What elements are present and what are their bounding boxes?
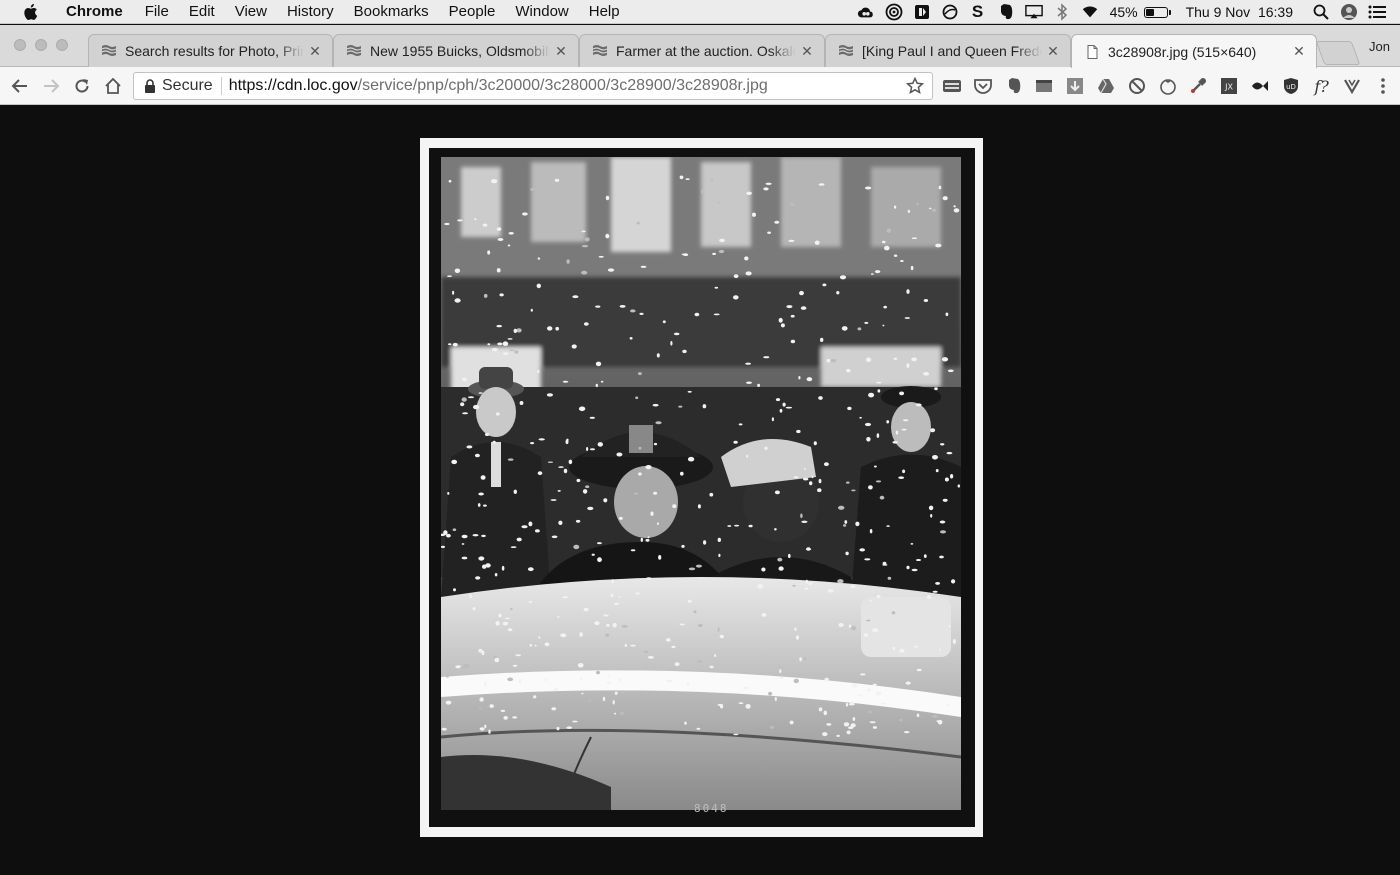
- bluetooth-icon[interactable]: [1053, 3, 1071, 21]
- image-viewport: 8048: [0, 106, 1400, 875]
- ublock-icon[interactable]: uD: [1280, 75, 1302, 97]
- parade-photograph: [441, 157, 961, 810]
- menu-people[interactable]: People: [439, 0, 506, 24]
- font-icon[interactable]: f?: [1311, 75, 1333, 97]
- url-host: https://cdn.loc.gov: [228, 77, 358, 94]
- menu-window[interactable]: Window: [505, 0, 578, 24]
- photo-image[interactable]: 8048: [420, 138, 983, 837]
- eyedropper-icon[interactable]: [1187, 75, 1209, 97]
- status-area: S 45% Thu 9 Nov 16:39: [852, 0, 1400, 24]
- window-minimize-button[interactable]: [35, 39, 47, 51]
- menu-help[interactable]: Help: [579, 0, 630, 24]
- secure-label: Secure: [162, 77, 213, 94]
- block-icon[interactable]: [1126, 75, 1148, 97]
- close-icon[interactable]: ✕: [1292, 43, 1306, 60]
- tab-title: Search results for Photo, Print, Drawing: [125, 43, 304, 59]
- battery-icon[interactable]: [1143, 6, 1171, 18]
- tab-title: New 1955 Buicks, Oldsmobiles: [370, 43, 550, 59]
- menu-history[interactable]: History: [277, 0, 344, 24]
- spotlight-icon[interactable]: [1312, 3, 1330, 21]
- close-icon[interactable]: ✕: [554, 43, 568, 60]
- loc-flag-icon: [101, 45, 117, 56]
- creative-cloud-icon[interactable]: [857, 3, 875, 21]
- photo-catalog-number: 8048: [694, 802, 729, 815]
- tab-search-results[interactable]: Search results for Photo, Print, Drawing…: [88, 34, 333, 67]
- battery-fill: [1145, 8, 1155, 16]
- bookmark-star-icon[interactable]: [906, 77, 924, 95]
- battery-percent: 45%: [1109, 4, 1138, 20]
- tab-title: [King Paul I and Queen Frederica: [862, 43, 1042, 59]
- tab-title: 3c28908r.jpg (515×640): [1108, 43, 1257, 60]
- keyboard-icon[interactable]: [941, 75, 963, 97]
- tab-king-paul[interactable]: [King Paul I and Queen Frederica ✕: [825, 34, 1071, 67]
- cast-icon[interactable]: [1024, 3, 1043, 21]
- jx-icon[interactable]: JX: [1218, 75, 1240, 97]
- loc-flag-icon: [346, 45, 362, 56]
- reload-button[interactable]: [71, 75, 93, 97]
- close-icon[interactable]: ✕: [800, 43, 814, 60]
- url-path: /service/pnp/cph/3c20000/3c28000/3c28900…: [357, 77, 768, 94]
- font-ext-label: f?: [1314, 76, 1329, 96]
- omnibox-divider: [220, 77, 222, 95]
- evernote-icon[interactable]: [1003, 75, 1025, 97]
- menu-view[interactable]: View: [225, 0, 277, 24]
- lock-icon: [145, 79, 155, 93]
- tab-strip: Search results for Photo, Print, Drawing…: [0, 25, 1400, 68]
- window-close-button[interactable]: [14, 39, 26, 51]
- circle-icon[interactable]: [941, 3, 959, 21]
- tab-buicks[interactable]: New 1955 Buicks, Oldsmobiles ✕: [333, 34, 579, 67]
- menu-list-icon[interactable]: [1368, 3, 1386, 21]
- close-icon[interactable]: ✕: [308, 43, 322, 60]
- extensions-bar: JX uD f?: [941, 75, 1400, 97]
- address-bar[interactable]: Secure https://cdn.loc.gov/service/pnp/c…: [133, 72, 933, 100]
- svg-text:JX: JX: [1224, 83, 1233, 92]
- apple-logo-icon[interactable]: [22, 3, 38, 21]
- dark-box-icon[interactable]: [913, 3, 931, 21]
- close-icon[interactable]: ✕: [1046, 43, 1060, 60]
- menu-icon[interactable]: [1372, 75, 1394, 97]
- sync-icon[interactable]: [885, 3, 903, 21]
- pocket-icon[interactable]: [972, 75, 994, 97]
- fish-icon[interactable]: [1249, 75, 1271, 97]
- menu-bookmarks[interactable]: Bookmarks: [344, 0, 439, 24]
- tab-active-image[interactable]: 3c28908r.jpg (515×640) ✕: [1071, 34, 1317, 68]
- wifi-icon[interactable]: [1081, 3, 1099, 21]
- tab-title: Farmer at the auction. Oskaloosa: [616, 43, 796, 59]
- svg-text:uD: uD: [1286, 83, 1296, 91]
- browser-toolbar: Secure https://cdn.loc.gov/service/pnp/c…: [0, 67, 1400, 105]
- evernote-status-icon[interactable]: [997, 3, 1015, 21]
- loc-flag-icon: [838, 45, 854, 56]
- tab-farmer[interactable]: Farmer at the auction. Oskaloosa ✕: [579, 34, 825, 67]
- forward-button[interactable]: [40, 75, 62, 97]
- new-tab-button[interactable]: [1315, 41, 1361, 65]
- loc-flag-icon: [592, 45, 608, 56]
- document-icon: [1087, 44, 1098, 59]
- back-button[interactable]: [9, 75, 31, 97]
- vimium-icon[interactable]: [1341, 75, 1363, 97]
- home-button[interactable]: [102, 75, 124, 97]
- avatar-icon[interactable]: [1340, 3, 1358, 21]
- menu-file[interactable]: File: [135, 0, 179, 24]
- download-icon[interactable]: [1064, 75, 1086, 97]
- tomato-icon[interactable]: [1157, 75, 1179, 97]
- window-zoom-button[interactable]: [56, 39, 68, 51]
- drive-icon[interactable]: [1095, 75, 1117, 97]
- profile-button[interactable]: Jon: [1369, 39, 1390, 54]
- menu-edit[interactable]: Edit: [179, 0, 225, 24]
- window-icon[interactable]: [1033, 75, 1055, 97]
- menu-bar: Chrome File Edit View History Bookmarks …: [0, 0, 1400, 24]
- s-dollar-icon[interactable]: S: [969, 2, 987, 21]
- clock[interactable]: Thu 9 Nov 16:39: [1186, 4, 1293, 20]
- photo-frame: 8048: [429, 148, 975, 827]
- menu-app-name[interactable]: Chrome: [56, 0, 133, 24]
